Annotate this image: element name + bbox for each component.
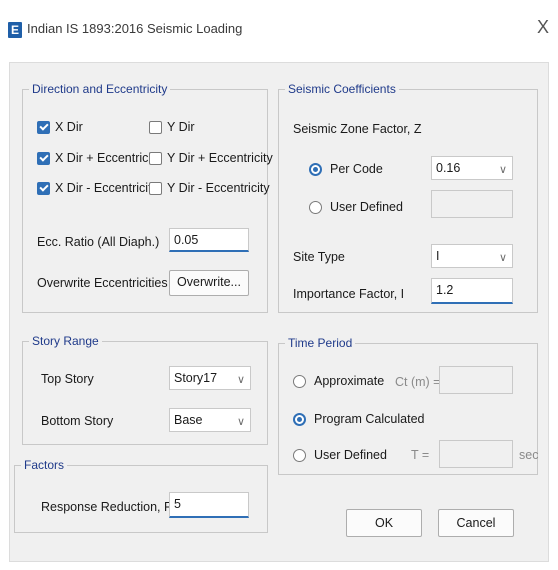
x-dir-label: X Dir [55,120,83,134]
radio-unselected-icon [309,200,322,214]
title-bar: E Indian IS 1893:2016 Seismic Loading X [0,0,558,58]
checkbox-unchecked-icon [149,151,162,165]
site-type-label: Site Type [293,250,345,264]
site-type-value: I [436,249,440,263]
approximate-label: Approximate [314,374,385,388]
radio-unselected-icon [293,448,306,462]
direction-eccentricity-group: Direction and Eccentricity X Dir Y Dir X… [22,82,273,313]
t-input[interactable] [439,440,513,468]
factors-legend: Factors [21,458,68,472]
importance-factor-label: Importance Factor, I [293,287,405,301]
checkbox-unchecked-icon [149,120,162,134]
per-code-label: Per Code [330,162,383,176]
chevron-down-icon: ∨ [498,252,507,264]
radio-selected-icon [293,412,306,426]
story-range-group: Story Range Top Story Story17 ∨ Bottom S… [22,334,268,445]
per-code-radio[interactable]: Per Code [309,162,383,176]
bottom-story-label: Bottom Story [41,414,114,428]
zone-factor-value: 0.16 [436,161,461,175]
y-dir-minus-ecc-checkbox[interactable]: Y Dir - Eccentricity [149,181,270,195]
approximate-radio[interactable]: Approximate [293,374,384,388]
program-calculated-radio[interactable]: Program Calculated [293,412,424,426]
top-story-select[interactable]: Story17 ∨ [169,366,251,390]
y-dir-checkbox[interactable]: Y Dir [149,120,195,134]
checkbox-checked-icon [37,120,50,134]
user-defined-period-radio[interactable]: User Defined [293,448,387,462]
radio-unselected-icon [293,374,306,388]
site-type-select[interactable]: I ∨ [431,244,513,268]
seismic-zone-label: Seismic Zone Factor, Z [293,122,422,136]
window-title: Indian IS 1893:2016 Seismic Loading [27,21,243,36]
dialog-body: Direction and Eccentricity X Dir Y Dir X… [9,62,549,562]
bottom-story-select[interactable]: Base ∨ [169,408,251,432]
zone-factor-select[interactable]: 0.16 ∨ [431,156,513,180]
etabs-app-icon: E [8,22,22,38]
story-range-legend: Story Range [29,334,102,348]
time-period-group: Time Period Approximate Ct (m) = Program… [278,336,539,475]
x-dir-plus-ecc-checkbox[interactable]: X Dir + Eccentricity [37,151,161,165]
bottom-story-value: Base [174,413,203,427]
x-dir-checkbox[interactable]: X Dir [37,120,83,134]
program-calculated-label: Program Calculated [314,412,425,426]
checkbox-checked-icon [37,181,50,195]
ct-input[interactable] [439,366,513,394]
overwrite-eccentricities-label: Overwrite Eccentricities [37,276,168,290]
close-icon[interactable]: X [537,18,549,36]
response-reduction-label: Response Reduction, R [41,500,174,514]
x-dir-plus-ecc-label: X Dir + Eccentricity [55,151,161,165]
chevron-down-icon: ∨ [498,164,507,176]
cancel-button[interactable]: Cancel [438,509,514,537]
seismic-coefficients-legend: Seismic Coefficients [285,82,399,96]
y-dir-label: Y Dir [167,120,195,134]
radio-selected-icon [309,162,322,176]
direction-eccentricity-legend: Direction and Eccentricity [29,82,171,96]
ecc-ratio-label: Ecc. Ratio (All Diaph.) [37,235,160,249]
user-defined-zone-input[interactable] [431,190,513,218]
user-defined-period-label: User Defined [314,448,387,462]
x-dir-minus-ecc-checkbox[interactable]: X Dir - Eccentricity [37,181,158,195]
chevron-down-icon: ∨ [236,416,245,428]
overwrite-button[interactable]: Overwrite... [169,270,249,296]
user-defined-zone-label: User Defined [330,200,403,214]
chevron-down-icon: ∨ [236,374,245,386]
y-dir-minus-ecc-label: Y Dir - Eccentricity [167,181,270,195]
top-story-label: Top Story [41,372,94,386]
y-dir-plus-ecc-checkbox[interactable]: Y Dir + Eccentricity [149,151,273,165]
top-story-value: Story17 [174,371,218,385]
importance-factor-input[interactable]: 1.2 [431,278,513,304]
response-reduction-input[interactable]: 5 [169,492,249,518]
sec-unit-label: sec [519,448,539,462]
seismic-coefficients-group: Seismic Coefficients Seismic Zone Factor… [278,82,538,313]
factors-group: Factors Response Reduction, R 5 [14,458,268,533]
t-label: T = [411,448,430,462]
checkbox-checked-icon [37,151,50,165]
time-period-legend: Time Period [285,336,356,350]
checkbox-unchecked-icon [149,181,162,195]
ct-label: Ct (m) = [395,375,441,389]
ok-button[interactable]: OK [346,509,422,537]
x-dir-minus-ecc-label: X Dir - Eccentricity [55,181,158,195]
y-dir-plus-ecc-label: Y Dir + Eccentricity [167,151,273,165]
user-defined-zone-radio[interactable]: User Defined [309,200,403,214]
ecc-ratio-input[interactable]: 0.05 [169,228,249,252]
